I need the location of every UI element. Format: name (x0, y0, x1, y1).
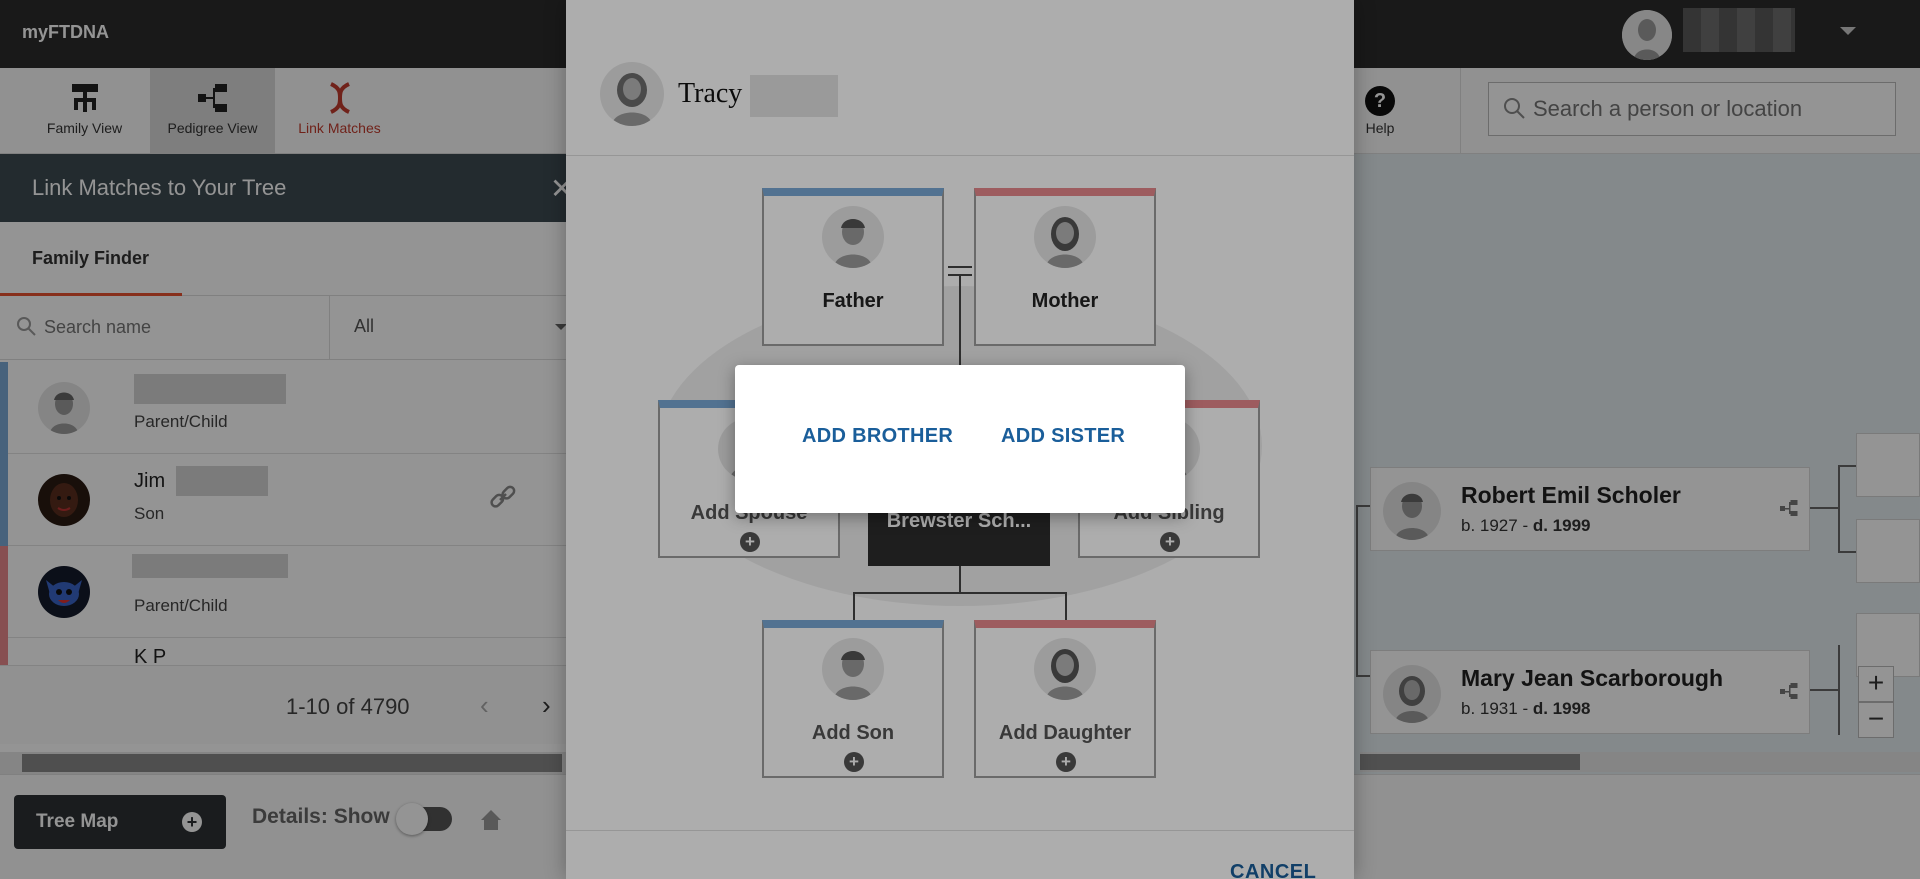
add-sister-button[interactable]: ADD SISTER (1001, 425, 1125, 448)
add-brother-button[interactable]: ADD BROTHER (802, 425, 953, 448)
add-sibling-popup: ADD BROTHER ADD SISTER (735, 365, 1185, 513)
